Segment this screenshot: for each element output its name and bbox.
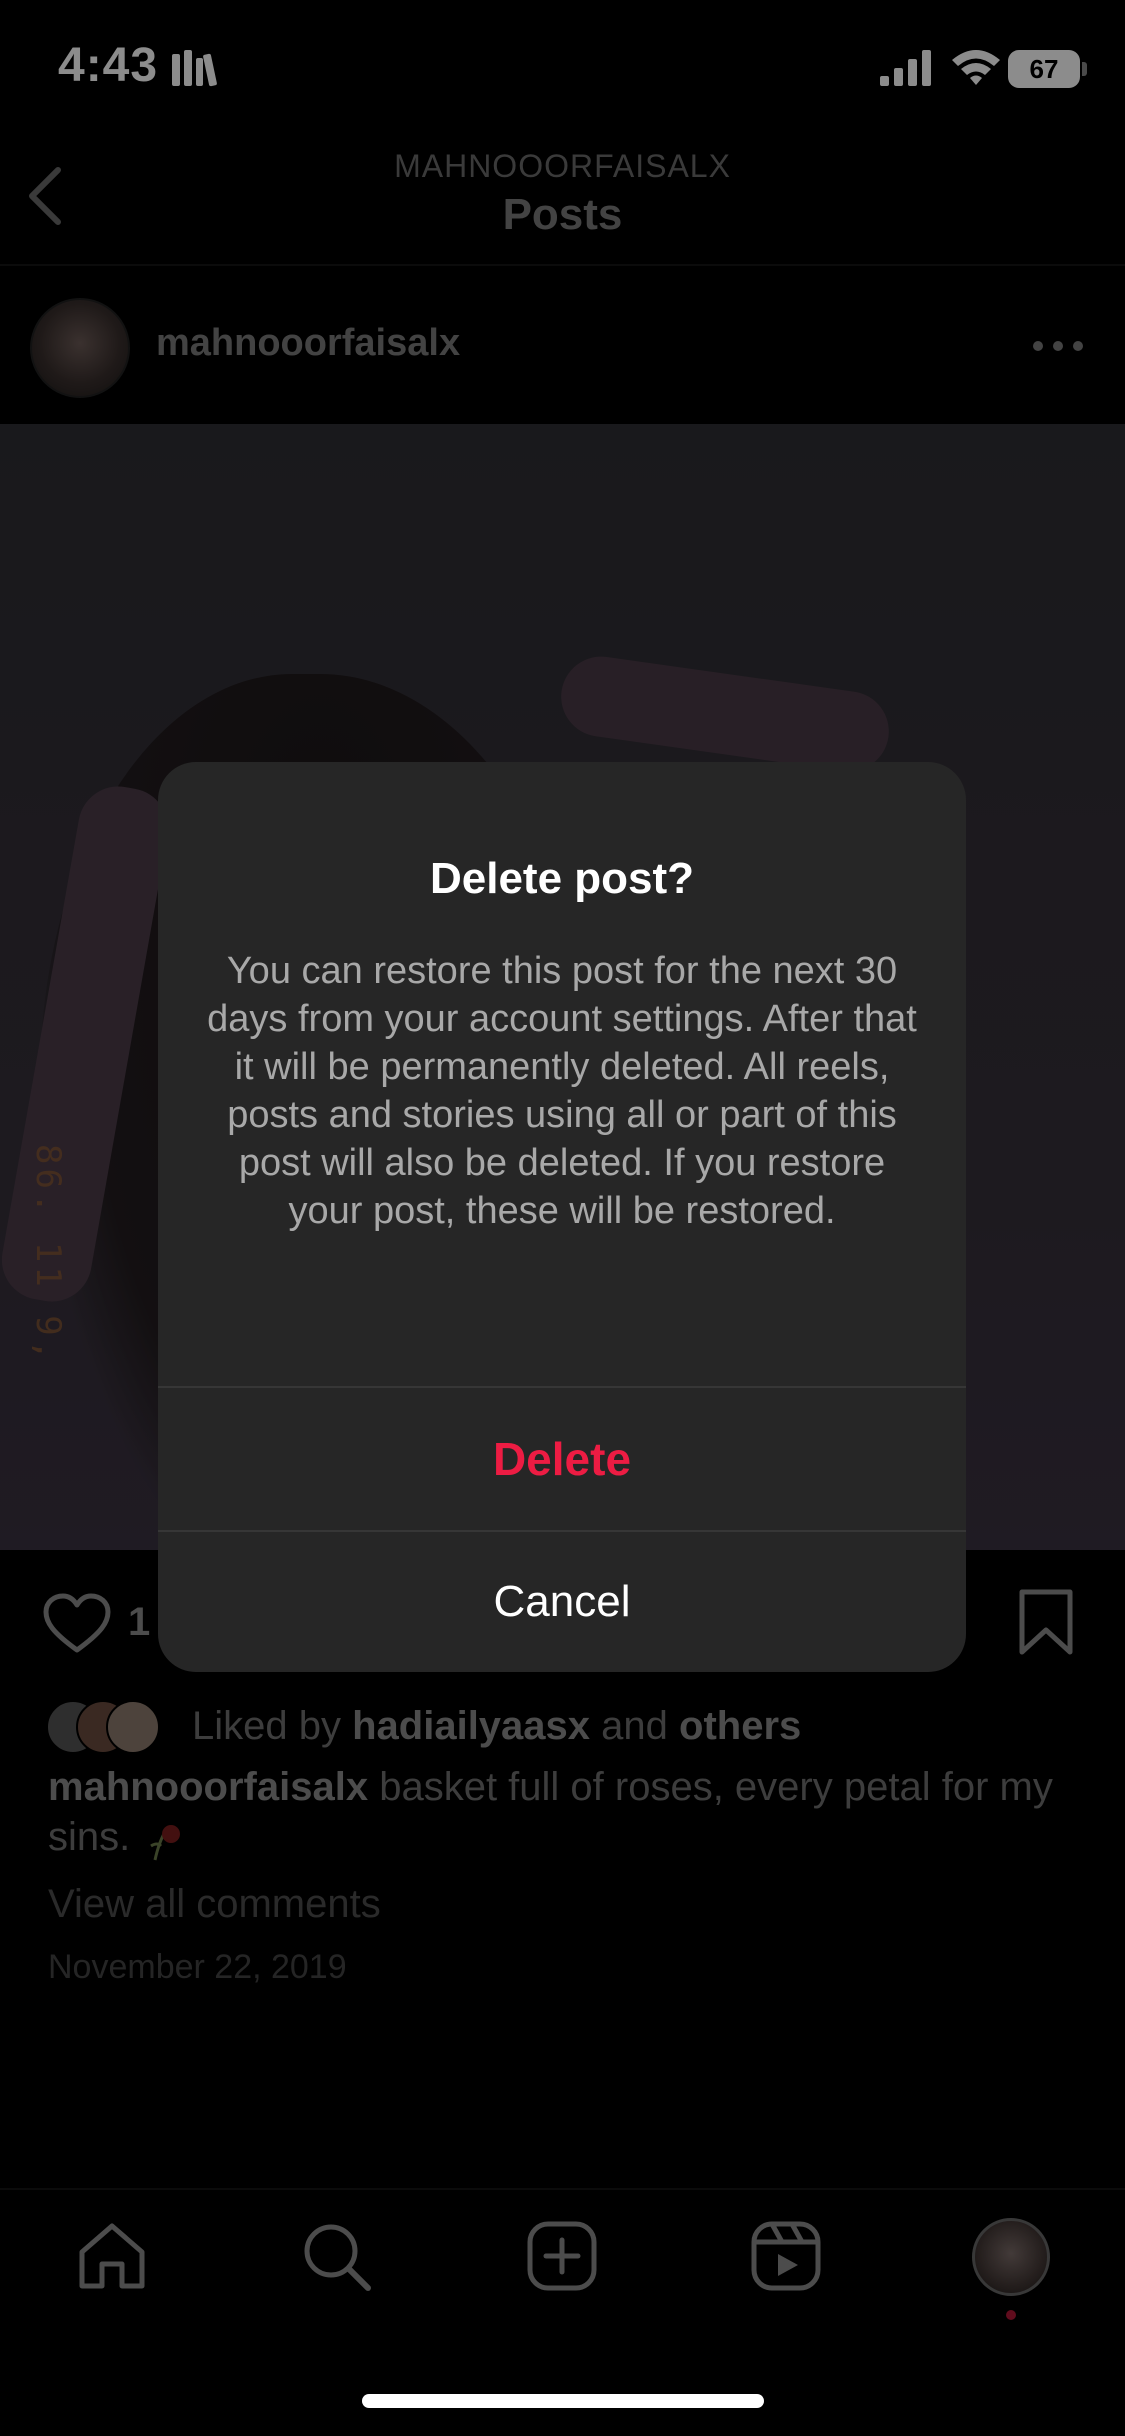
home-indicator[interactable] [362, 2394, 764, 2408]
delete-button[interactable]: Delete [158, 1388, 966, 1530]
dialog-title: Delete post? [429, 854, 695, 903]
dialog-message: You can restore this post for the next 3… [207, 950, 917, 1232]
cancel-button[interactable]: Cancel [158, 1532, 966, 1672]
delete-post-dialog: Delete post? You can restore this post f… [158, 762, 966, 1672]
